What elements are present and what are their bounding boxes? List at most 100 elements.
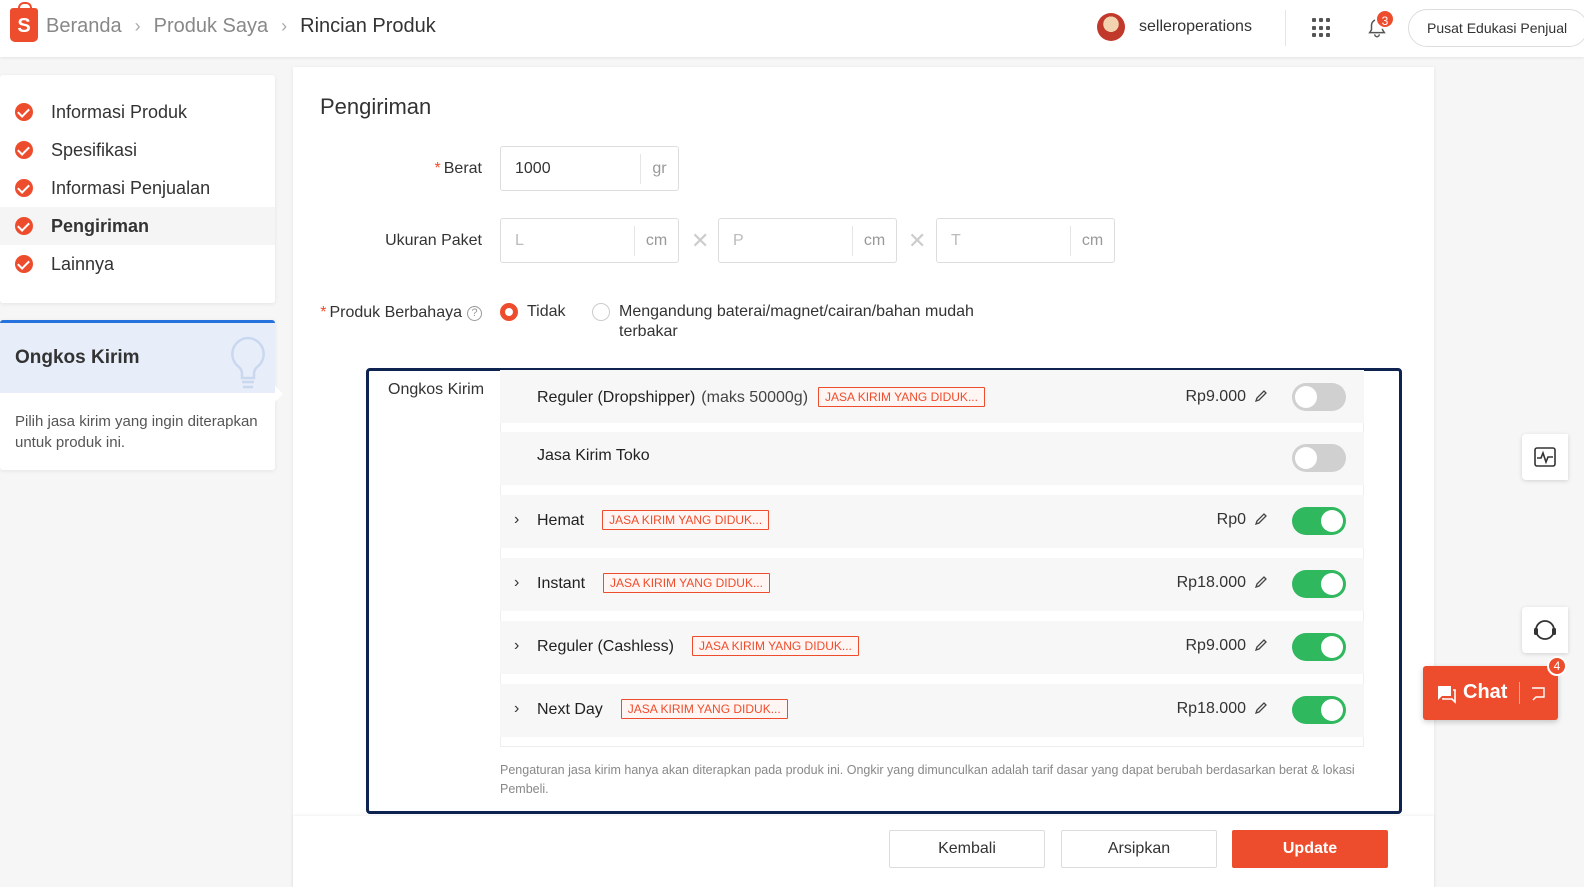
update-button[interactable]: Update: [1232, 830, 1388, 868]
chat-label: Chat: [1463, 681, 1508, 703]
package-size-label: Ukuran Paket: [385, 232, 482, 249]
archive-button[interactable]: Arsipkan: [1061, 830, 1217, 868]
breadcrumb: Beranda › Produk Saya › Rincian Produk: [46, 15, 436, 38]
shipping-note: Pengaturan jasa kirim hanya akan diterap…: [500, 763, 1355, 796]
supported-courier-tag: JASA KIRIM YANG DIDUK...: [691, 636, 859, 656]
radio-tidak-label[interactable]: Tidak: [527, 302, 566, 322]
check-icon: [15, 179, 33, 197]
pencil-icon[interactable]: [1254, 638, 1268, 652]
username: selleroperations: [1139, 18, 1252, 35]
radio-tidak[interactable]: [500, 303, 518, 321]
weight-value[interactable]: 1000: [501, 160, 640, 178]
length-input[interactable]: L cm: [500, 218, 679, 263]
shipping-price: Rp9.000: [1185, 388, 1247, 405]
shipping-row-hemat: › Hemat JASA KIRIM YANG DIDUK... Rp0: [500, 495, 1364, 548]
pencil-icon[interactable]: [1254, 575, 1268, 589]
radio-mengandung-label[interactable]: Mengandung baterai/magnet/cairan/bahan m…: [619, 302, 999, 342]
check-icon: [15, 217, 33, 235]
toggle-knob: [1295, 386, 1317, 408]
shipping-row-instant: › Instant JASA KIRIM YANG DIDUK... Rp18.0…: [500, 558, 1364, 611]
check-icon: [15, 103, 33, 121]
shipping-name: Next Day: [537, 701, 603, 718]
shipping-toggle[interactable]: [1292, 507, 1346, 535]
breadcrumb-rincian-produk: Rincian Produk: [300, 15, 436, 37]
chevron-right-icon[interactable]: ›: [514, 637, 519, 655]
height-input[interactable]: T cm: [936, 218, 1115, 263]
popout-icon[interactable]: [1530, 686, 1546, 702]
pencil-icon[interactable]: [1254, 701, 1268, 715]
sidebar-item-label: Informasi Penjualan: [51, 177, 211, 198]
tip-card: Ongkos Kirim Pilih jasa kirim yang ingin…: [0, 320, 275, 470]
toggle-knob: [1321, 636, 1343, 658]
sidebar-item-lainnya[interactable]: Lainnya: [0, 245, 275, 283]
logo-letter: S: [17, 15, 31, 37]
activity-icon: [1534, 447, 1556, 467]
chat-button[interactable]: Chat: [1423, 666, 1558, 720]
chevron-right-icon[interactable]: ›: [514, 700, 519, 718]
shipping-name: Jasa Kirim Toko: [537, 447, 650, 464]
sidebar-item-spesifikasi[interactable]: Spesifikasi: [0, 131, 275, 169]
support-button[interactable]: [1522, 607, 1568, 653]
length-placeholder[interactable]: L: [501, 232, 634, 250]
toggle-knob: [1321, 699, 1343, 721]
breadcrumb-produk-saya[interactable]: Produk Saya: [154, 15, 269, 38]
toggle-knob: [1295, 447, 1317, 469]
weight-label-text: Berat: [443, 160, 482, 177]
help-icon[interactable]: ?: [467, 306, 482, 321]
breadcrumb-beranda[interactable]: Beranda: [46, 15, 122, 38]
apps-grid-icon[interactable]: [1312, 18, 1332, 38]
shipping-toggle[interactable]: [1292, 633, 1346, 661]
supported-courier-tag: JASA KIRIM YANG DIDUK...: [602, 510, 770, 530]
user-menu[interactable]: selleroperations: [1097, 13, 1252, 41]
sidebar-item-informasi-penjualan[interactable]: Informasi Penjualan: [0, 169, 275, 207]
sidebar-item-label: Spesifikasi: [51, 139, 138, 160]
sidebar-item-informasi-produk[interactable]: Informasi Produk: [0, 93, 275, 131]
required-marker: *: [320, 304, 327, 321]
toggle-knob: [1321, 510, 1343, 532]
times-icon: ✕: [691, 228, 710, 253]
shipping-max-weight: (maks 50000g): [701, 389, 809, 406]
shipping-price: Rp9.000: [1185, 637, 1247, 654]
edu-center-button[interactable]: Pusat Edukasi Penjual: [1408, 9, 1584, 47]
shipping-name-wrap: Next Day JASA KIRIM YANG DIDUK...: [537, 699, 788, 719]
lightbulb-icon: [231, 336, 265, 389]
shipping-name: Reguler (Dropshipper): [537, 389, 696, 406]
shipping-toggle[interactable]: [1292, 696, 1346, 724]
avatar: [1097, 13, 1125, 41]
tip-title: Ongkos Kirim: [15, 347, 140, 368]
shopee-logo[interactable]: S: [10, 2, 38, 42]
check-icon: [15, 141, 33, 159]
chevron-right-icon: ›: [281, 16, 288, 36]
length-unit: cm: [634, 225, 678, 256]
shipping-toggle[interactable]: [1292, 570, 1346, 598]
width-input[interactable]: P cm: [718, 218, 897, 263]
tip-header: Ongkos Kirim: [0, 323, 275, 393]
tip-text: Pilih jasa kirim yang ingin diterapkan u…: [15, 413, 258, 451]
sidebar-item-label: Pengiriman: [51, 215, 150, 236]
sidebar-item-pengiriman[interactable]: Pengiriman: [0, 207, 275, 245]
divider: [1519, 682, 1520, 704]
back-button[interactable]: Kembali: [889, 830, 1045, 868]
shipping-row-next-day: › Next Day JASA KIRIM YANG DIDUK... Rp18.…: [500, 684, 1364, 737]
height-placeholder[interactable]: T: [937, 232, 1070, 250]
shipping-toggle[interactable]: [1292, 444, 1346, 472]
shipping-name: Hemat: [537, 512, 585, 529]
shipping-name-wrap: Hemat JASA KIRIM YANG DIDUK...: [537, 510, 770, 530]
activity-monitor-button[interactable]: [1522, 434, 1568, 480]
pencil-icon[interactable]: [1254, 389, 1268, 403]
shipping-row-reguler-cashless: › Reguler (Cashless) JASA KIRIM YANG DIDU…: [500, 621, 1364, 674]
pencil-icon[interactable]: [1254, 512, 1268, 526]
weight-unit: gr: [640, 153, 678, 184]
radio-mengandung[interactable]: [592, 303, 610, 321]
chevron-right-icon[interactable]: ›: [514, 574, 519, 592]
shipping-name-wrap: Instant JASA KIRIM YANG DIDUK...: [537, 573, 770, 593]
step-navigation: Informasi Produk Spesifikasi Informasi P…: [0, 75, 275, 303]
shipping-toggle[interactable]: [1292, 383, 1346, 411]
supported-courier-tag: JASA KIRIM YANG DIDUK...: [620, 699, 788, 719]
weight-input[interactable]: 1000 gr: [500, 146, 679, 191]
supported-courier-tag: JASA KIRIM YANG DIDUK...: [603, 573, 770, 593]
chevron-right-icon[interactable]: ›: [514, 511, 519, 529]
width-placeholder[interactable]: P: [719, 232, 852, 250]
shipping-price: Rp18.000: [1176, 574, 1246, 591]
required-marker: *: [434, 160, 441, 177]
